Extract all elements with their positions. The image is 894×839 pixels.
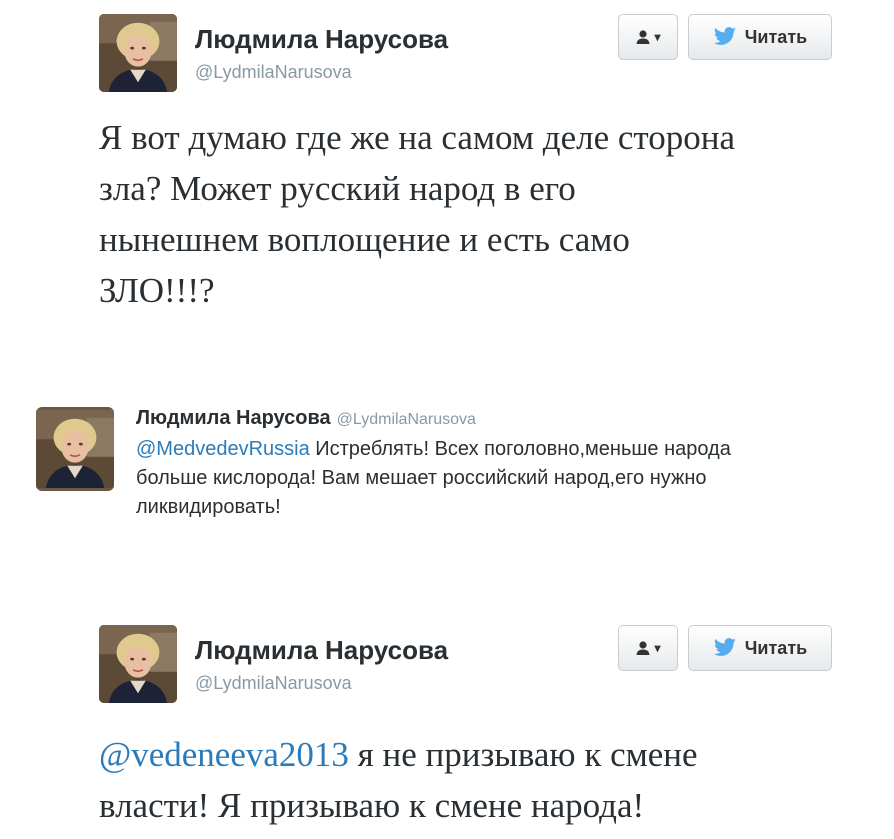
profile-photo-icon: [99, 625, 177, 703]
twitter-bird-icon: [713, 638, 736, 656]
user-silhouette-icon: [636, 641, 650, 655]
avatar[interactable]: [99, 625, 177, 703]
tweet-text-line: Я вот думаю где же на самом деле сторона: [99, 118, 735, 157]
tweet-text: Я вот думаю где же на самом деле сторона…: [99, 112, 859, 316]
author-handle[interactable]: @LydmilaNarusova: [195, 62, 352, 83]
tweet-text: @vedeneeva2013 я не призываю к смене вла…: [99, 729, 859, 831]
mention-link[interactable]: @MedvedevRussia: [136, 438, 310, 460]
tweet-text-segment: я не призываю к смене: [348, 735, 698, 774]
follow-button[interactable]: Читать: [688, 625, 832, 671]
user-actions-button[interactable]: ▾: [618, 14, 678, 60]
author-handle[interactable]: @LydmilaNarusova: [337, 411, 476, 428]
author-name[interactable]: Людмила Нарусова: [195, 24, 448, 55]
follow-button-label: Читать: [744, 26, 808, 47]
profile-photo-icon: [99, 14, 177, 92]
tweet-text-segment: Истреблять! Всех поголовно,меньше народа: [309, 438, 731, 460]
avatar[interactable]: [36, 407, 114, 491]
mention-link[interactable]: @vedeneeva2013: [99, 735, 349, 774]
tweet-text-line: @MedvedevRussia Истреблять! Всех поголов…: [136, 435, 888, 464]
caret-down-icon: ▾: [654, 641, 661, 655]
tweet-text-line: власти! Я призываю к смене народа!: [99, 786, 645, 825]
tweet-text-line: нынешнем воплощение и есть само: [99, 220, 630, 259]
avatar[interactable]: [99, 14, 177, 92]
tweet-card-1: Людмила Нарусова @LydmilaNarusova ▾ Чита…: [99, 14, 859, 314]
tweet-text-line: ликвидировать!: [136, 496, 281, 518]
author-name[interactable]: Людмила Нарусова: [195, 635, 448, 666]
profile-photo-icon: [36, 407, 114, 491]
follow-button[interactable]: Читать: [688, 14, 832, 60]
tweet-text: @MedvedevRussia Истреблять! Всех поголов…: [136, 435, 888, 522]
author-name[interactable]: Людмила Нарусова: [136, 407, 331, 429]
twitter-bird-icon: [713, 27, 736, 45]
tweet-text-line: @vedeneeva2013 я не призываю к смене: [99, 729, 859, 780]
caret-down-icon: ▾: [654, 30, 661, 44]
user-silhouette-icon: [636, 30, 650, 44]
author-handle[interactable]: @LydmilaNarusova: [195, 673, 352, 694]
tweet-card-2: Людмила Нарусова @LydmilaNarusova @Medved…: [36, 407, 888, 537]
tweet-text-line: больше кислорода! Вам мешает российский …: [136, 467, 707, 489]
tweet-text-line: ЗЛО!!!?: [99, 271, 215, 310]
tweet-text-line: зла? Может русский народ в его: [99, 169, 576, 208]
tweet-card-3: Людмила Нарусова @LydmilaNarusova ▾ Чита…: [99, 625, 859, 839]
user-actions-button[interactable]: ▾: [618, 625, 678, 671]
follow-button-label: Читать: [744, 637, 808, 658]
tweet-header: Людмила Нарусова @LydmilaNarusova: [136, 407, 476, 430]
